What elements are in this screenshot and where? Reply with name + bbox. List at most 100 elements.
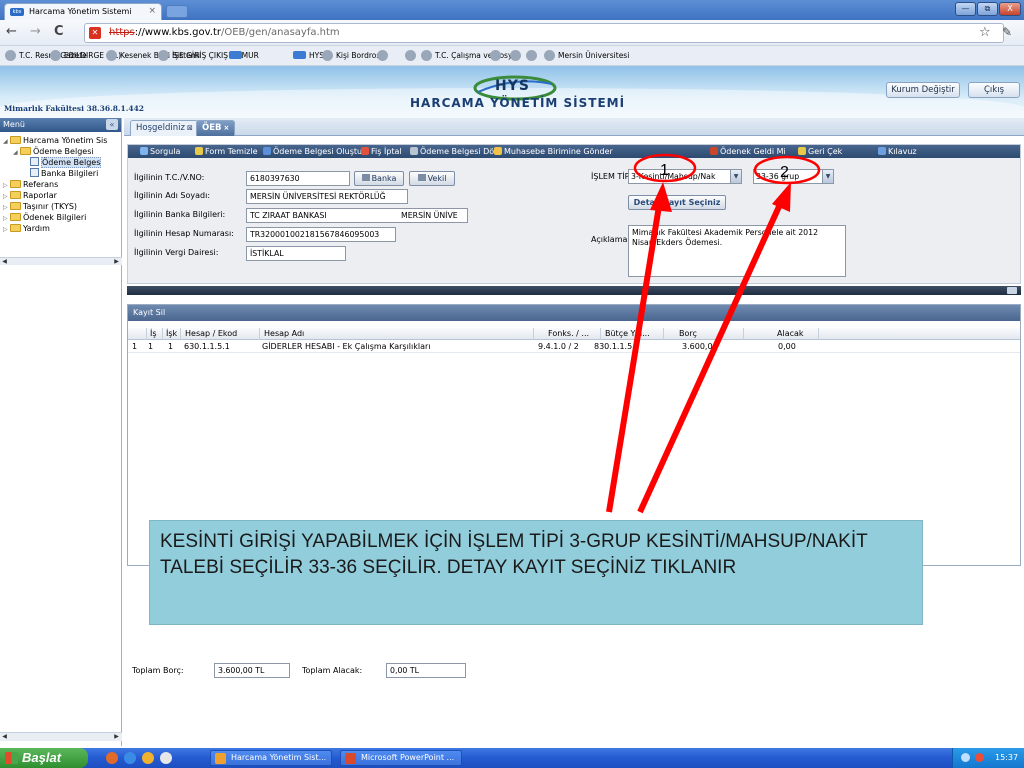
bookmark-star-icon[interactable]: ☆ xyxy=(979,25,991,40)
detay-kayit-seciniz-button[interactable]: Detay Kayıt Seçiniz xyxy=(628,195,726,210)
column-separator[interactable] xyxy=(146,328,147,340)
minimize-button[interactable]: — xyxy=(955,2,976,16)
toolbar-button[interactable]: Ödenek Geldi Mi xyxy=(710,145,786,158)
kurum-degistir-button[interactable]: Kurum Değiştir xyxy=(886,82,960,98)
column-separator[interactable] xyxy=(743,328,744,340)
scroll-right-icon[interactable]: ▶ xyxy=(112,258,121,266)
column-separator[interactable] xyxy=(818,328,819,340)
banka-button[interactable]: Banka xyxy=(354,171,404,186)
toolbar-button[interactable]: Sorgula xyxy=(140,145,180,158)
column-separator[interactable] xyxy=(180,328,181,340)
ad-soyad-input[interactable]: MERSİN ÜNİVERSİTESİ REKTÖRLÜĞ xyxy=(246,189,408,204)
splitter-bar[interactable] xyxy=(127,286,1021,295)
bookmark-item[interactable]: Kişi Bordrosu xyxy=(322,46,385,65)
sidebar-scrollbar-bottom[interactable]: ◀ ▶ xyxy=(0,732,122,741)
tc-input[interactable]: 6180397630 xyxy=(246,171,350,186)
cikis-button[interactable]: Çıkış xyxy=(968,82,1020,98)
reload-button[interactable]: C xyxy=(54,25,64,39)
grup-select[interactable]: 33-36 grup ▼ xyxy=(753,169,834,184)
toolbar-button[interactable]: Geri Çek xyxy=(798,145,842,158)
tab-close-icon[interactable]: × xyxy=(224,124,230,132)
close-window-button[interactable]: X xyxy=(999,2,1021,16)
start-button[interactable]: Başlat xyxy=(0,748,88,768)
vergi-dairesi-input[interactable]: İSTİKLAL xyxy=(246,246,346,261)
column-header[interactable]: Hesap Adı xyxy=(264,328,304,340)
hesap-numarasi-input[interactable]: TR320001002181567846095003 xyxy=(246,227,396,242)
scroll-right-icon[interactable]: ▶ xyxy=(112,733,121,741)
tree-toggle-icon[interactable]: ◢ xyxy=(13,147,20,158)
column-separator[interactable] xyxy=(533,328,534,340)
forward-button[interactable]: → xyxy=(30,25,41,39)
sidebar-item[interactable]: ▷ Taşınır (TKYS) xyxy=(3,201,77,212)
tab-close-icon[interactable]: ⊠ xyxy=(187,124,193,132)
sidebar-item[interactable]: Ödeme Belges xyxy=(23,157,102,168)
sidebar-item[interactable]: ▷ Referans xyxy=(3,179,58,190)
sidebar-item[interactable]: ▷ Raporlar xyxy=(3,190,57,201)
sidebar-item[interactable]: ▷ Ödenek Bilgileri xyxy=(3,212,86,223)
bookmark-icon xyxy=(377,49,388,61)
network-icon[interactable] xyxy=(961,753,970,762)
firefox-icon[interactable] xyxy=(106,752,118,764)
islem-tipi-select[interactable]: 3-Kesinti/Mahsup/Nak ▼ xyxy=(628,169,742,184)
restore-button[interactable]: ⧉ xyxy=(977,2,998,16)
toolbar-button[interactable]: Ödeme Belgesi Oluştur xyxy=(263,145,365,158)
column-header[interactable]: Alacak xyxy=(777,328,804,340)
toolbar-icon xyxy=(710,146,718,155)
chevron-down-icon[interactable]: ▼ xyxy=(730,170,741,183)
column-header[interactable]: Fonks. / ... xyxy=(548,328,589,340)
tab-hosgeldiniz[interactable]: Hoşgeldiniz ⊠ xyxy=(130,120,199,136)
toolbar-button[interactable]: Form Temizle xyxy=(195,145,258,158)
toolbar-button[interactable]: Fiş İptal xyxy=(361,145,402,158)
column-separator[interactable] xyxy=(162,328,163,340)
column-separator[interactable] xyxy=(663,328,664,340)
chrome-icon[interactable] xyxy=(160,752,172,764)
tree-toggle-icon[interactable]: ◢ xyxy=(3,136,10,147)
ie-icon[interactable] xyxy=(124,752,136,764)
sidebar-scrollbar-top[interactable]: ◀ ▶ xyxy=(0,257,122,265)
new-tab-button[interactable] xyxy=(166,5,188,18)
bookmark-item[interactable]: HYS xyxy=(293,46,324,65)
toolbar-button[interactable]: Kılavuz xyxy=(878,145,917,158)
scroll-left-icon[interactable]: ◀ xyxy=(0,733,9,741)
url-input[interactable]: ✕ https://www.kbs.gov.tr/OEB/gen/anasayf… xyxy=(84,23,1004,43)
column-separator[interactable] xyxy=(259,328,260,340)
tab-close-icon[interactable]: × xyxy=(148,4,156,19)
sidebar-item[interactable]: ◢ Ödeme Belgesi xyxy=(13,146,94,157)
bookmark-item[interactable]: Mersin Üniversitesi xyxy=(544,46,629,65)
back-button[interactable]: ← xyxy=(6,25,17,39)
taskbar-task[interactable]: Harcama Yönetim Sist... xyxy=(210,750,332,766)
browser-tab[interactable]: kbs Harcama Yönetim Sistemi × xyxy=(4,3,162,20)
toolbar-button[interactable]: Muhasebe Birimine Gönder xyxy=(494,145,613,158)
aciklama-textarea[interactable]: Mimarlık Fakültesi Akademik Personele ai… xyxy=(628,225,846,277)
table-row[interactable]: 1 1 1 630.1.1.5.1 GİDERLER HESABI - Ek Çalış… xyxy=(128,341,1020,353)
taskbar-task[interactable]: Microsoft PowerPoint ... xyxy=(340,750,462,766)
bookmark-item[interactable] xyxy=(510,46,524,65)
column-header[interactable]: Borç xyxy=(679,328,697,340)
sidebar-item[interactable]: ◢ Harcama Yönetim Sis xyxy=(3,135,107,146)
column-header[interactable]: İşk xyxy=(166,328,177,340)
vekil-button[interactable]: Vekil xyxy=(409,171,455,186)
column-header[interactable]: Hesap / Ekod xyxy=(185,328,237,340)
tab-oeb[interactable]: ÖEB × xyxy=(196,120,236,136)
tree-toggle-icon[interactable]: ▷ xyxy=(3,224,10,235)
sidebar-item[interactable]: ▷ Yardım xyxy=(3,223,50,234)
sidebar-collapse-icon[interactable]: « xyxy=(106,119,118,130)
column-header[interactable]: Bütçe Yılı... xyxy=(605,328,650,340)
sidebar-item[interactable]: Banka Bilgileri xyxy=(23,168,98,179)
scroll-left-icon[interactable]: ◀ xyxy=(0,258,9,266)
expand-icon[interactable] xyxy=(1007,287,1017,294)
bookmark-item[interactable] xyxy=(229,46,245,65)
banka-bilgileri-input[interactable]: TC ZIRAAT BANKASI MERSİN ÜNİVE xyxy=(246,208,468,223)
column-separator[interactable] xyxy=(600,328,601,340)
security-icon[interactable] xyxy=(975,753,984,762)
bookmark-item[interactable] xyxy=(526,46,540,65)
bookmark-item[interactable] xyxy=(377,46,391,65)
toolbar-button[interactable]: Ödeme Belgesi Dök xyxy=(410,145,499,158)
bookmark-item[interactable] xyxy=(490,46,504,65)
column-header[interactable]: İş xyxy=(150,328,157,340)
bookmark-item[interactable] xyxy=(405,46,419,65)
kayit-sil-button[interactable]: Kayıt Sil xyxy=(128,305,1020,321)
media-icon[interactable] xyxy=(142,752,154,764)
chevron-down-icon[interactable]: ▼ xyxy=(822,170,833,183)
wrench-icon[interactable]: ✎ xyxy=(1002,25,1012,39)
